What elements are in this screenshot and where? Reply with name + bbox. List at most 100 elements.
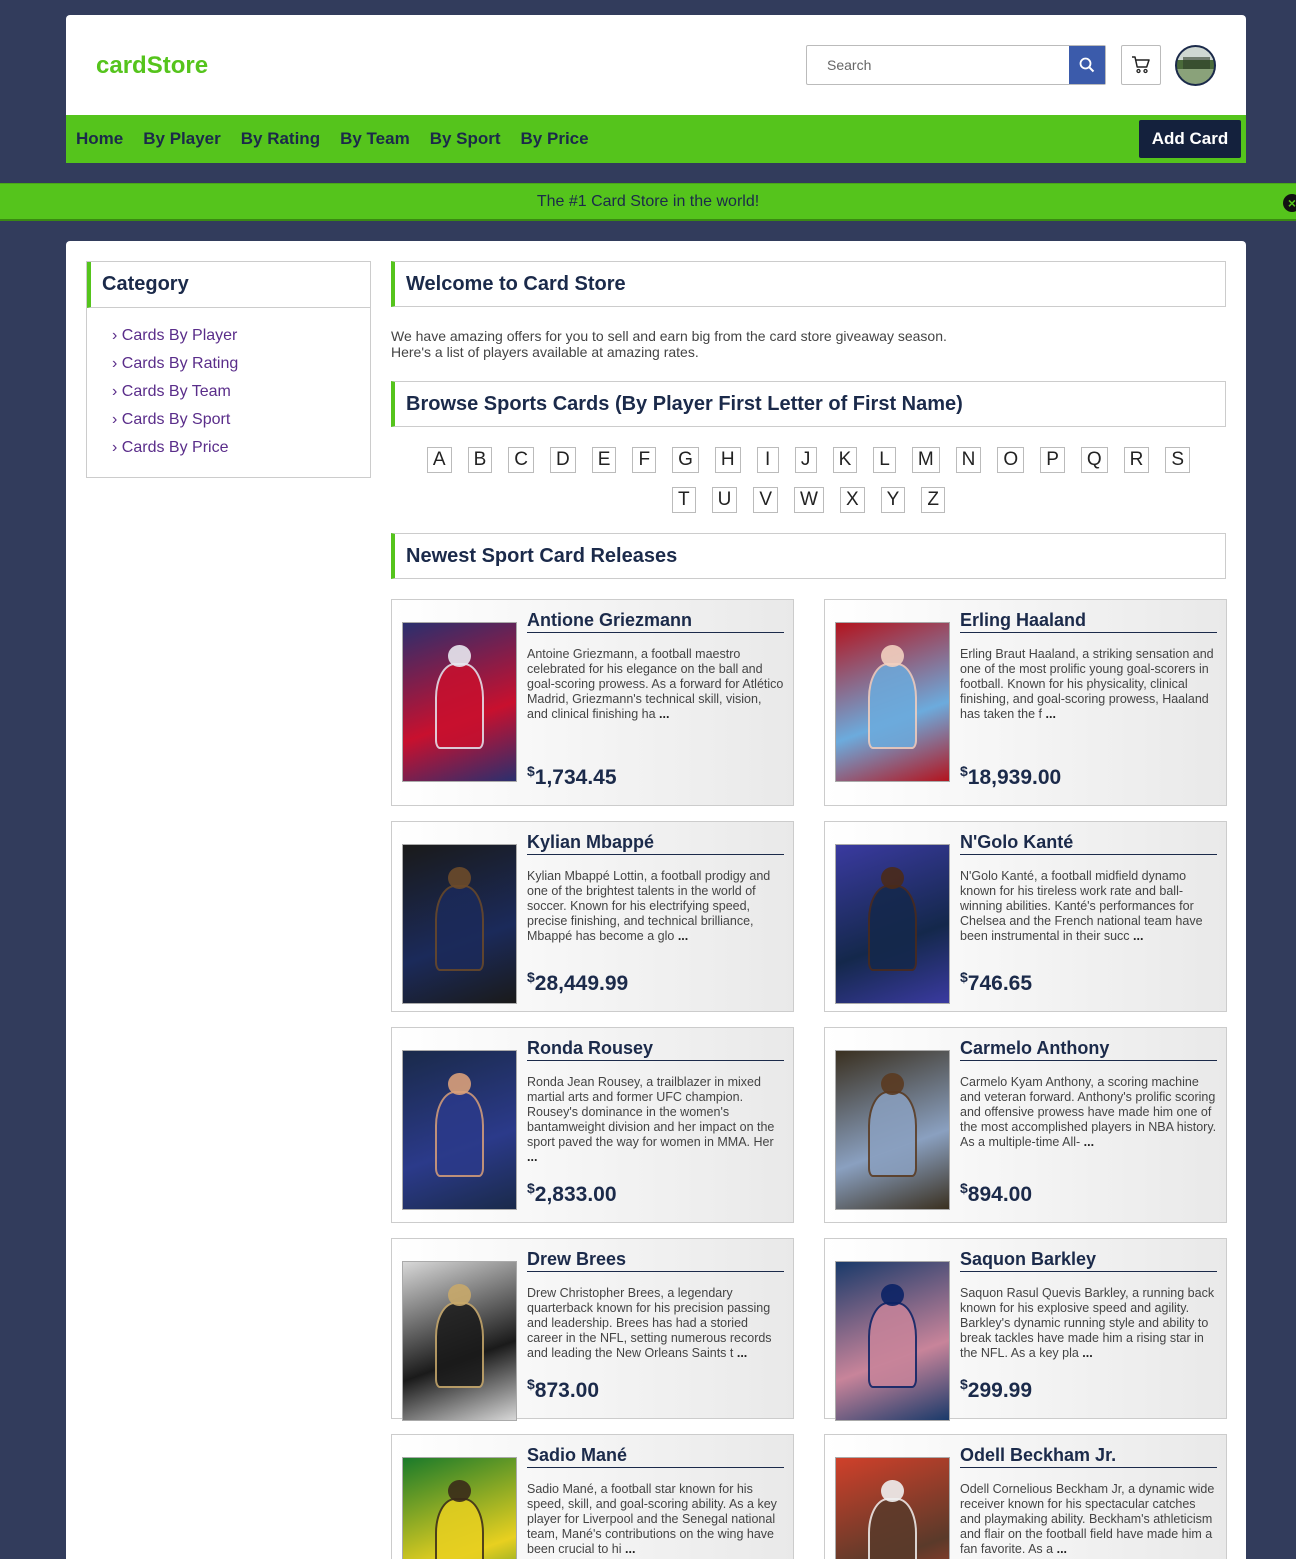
- card-image[interactable]: [402, 1261, 517, 1421]
- card-image[interactable]: [835, 844, 950, 1004]
- card-title[interactable]: Carmelo Anthony: [960, 1038, 1217, 1061]
- nav-item-by-price[interactable]: By Price: [511, 129, 599, 149]
- site-logo[interactable]: cardStore: [96, 52, 208, 80]
- card-image[interactable]: [835, 622, 950, 782]
- read-more-link[interactable]: ...: [737, 1346, 747, 1360]
- letter-button[interactable]: M: [911, 447, 940, 473]
- card-title[interactable]: Drew Brees: [527, 1249, 784, 1272]
- card-description: Sadio Mané, a football star known for hi…: [527, 1482, 785, 1557]
- card-title[interactable]: N'Golo Kanté: [960, 832, 1217, 855]
- search-button[interactable]: [1069, 46, 1105, 84]
- nav-item-home[interactable]: Home: [66, 129, 133, 149]
- letter-button[interactable]: A: [426, 447, 452, 473]
- product-card[interactable]: Odell Beckham Jr. Odell Cornelious Beckha…: [824, 1434, 1227, 1559]
- letter-button[interactable]: J: [794, 447, 817, 473]
- read-more-link[interactable]: ...: [1082, 1346, 1092, 1360]
- product-card[interactable]: Ronda Rousey Ronda Jean Rousey, a trailbl…: [391, 1027, 794, 1223]
- letter-button[interactable]: U: [711, 487, 738, 513]
- card-description: Kylian Mbappé Lottin, a football prodigy…: [527, 869, 785, 944]
- card-title[interactable]: Saquon Barkley: [960, 1249, 1217, 1272]
- product-card[interactable]: Carmelo Anthony Carmelo Kyam Anthony, a s…: [824, 1027, 1227, 1223]
- read-more-link[interactable]: ...: [625, 1542, 635, 1556]
- nav-item-by-sport[interactable]: By Sport: [420, 129, 511, 149]
- nav-item-by-team[interactable]: By Team: [330, 129, 420, 149]
- letter-button[interactable]: C: [508, 447, 535, 473]
- category-link[interactable]: Cards By Price: [112, 438, 370, 466]
- category-link[interactable]: Cards By Team: [112, 382, 370, 410]
- letter-button[interactable]: P: [1040, 447, 1065, 473]
- product-card[interactable]: Drew Brees Drew Christopher Brees, a lege…: [391, 1238, 794, 1421]
- price-value: 894.00: [967, 1183, 1033, 1206]
- intro-line-1: We have amazing offers for you to sell a…: [391, 328, 947, 344]
- card-title[interactable]: Sadio Mané: [527, 1445, 784, 1468]
- site-header: cardStore: [66, 15, 1246, 115]
- category-list: Cards By PlayerCards By RatingCards By T…: [87, 308, 370, 466]
- card-title[interactable]: Antione Griezmann: [527, 610, 784, 633]
- product-card[interactable]: Erling Haaland Erling Braut Haaland, a st…: [824, 599, 1227, 806]
- letter-button[interactable]: O: [997, 447, 1025, 473]
- letter-button[interactable]: L: [873, 447, 896, 473]
- card-image[interactable]: [402, 1050, 517, 1210]
- letter-button[interactable]: V: [753, 487, 779, 513]
- search-input[interactable]: [807, 46, 1069, 84]
- product-card[interactable]: N'Golo Kanté N'Golo Kanté, a football mid…: [824, 821, 1227, 1012]
- cart-button[interactable]: [1121, 45, 1161, 85]
- product-card[interactable]: Saquon Barkley Saquon Rasul Quevis Barkle…: [824, 1238, 1227, 1421]
- user-avatar[interactable]: [1175, 45, 1216, 86]
- letter-button[interactable]: W: [794, 487, 824, 513]
- read-more-link[interactable]: ...: [659, 707, 669, 721]
- card-image[interactable]: [835, 1261, 950, 1421]
- read-more-link[interactable]: ...: [1084, 1135, 1094, 1149]
- price-value: 2,833.00: [534, 1183, 617, 1206]
- category-link[interactable]: Cards By Player: [112, 326, 370, 354]
- card-image[interactable]: [835, 1050, 950, 1210]
- read-more-link[interactable]: ...: [1133, 929, 1143, 943]
- price-value: 873.00: [534, 1379, 600, 1402]
- letter-button[interactable]: K: [832, 447, 858, 473]
- content-panel: Category Cards By PlayerCards By RatingC…: [66, 241, 1246, 1559]
- card-image[interactable]: [835, 1457, 950, 1559]
- card-title[interactable]: Odell Beckham Jr.: [960, 1445, 1217, 1468]
- letter-button[interactable]: F: [632, 447, 657, 473]
- main-nav: Home By Player By Rating By Team By Sport By …: [66, 115, 1246, 163]
- card-price: $18,939.00: [960, 763, 1061, 790]
- card-image[interactable]: [402, 1457, 517, 1559]
- letter-button[interactable]: H: [714, 447, 741, 473]
- read-more-link[interactable]: ...: [1046, 707, 1056, 721]
- letter-button[interactable]: X: [839, 487, 865, 513]
- currency-symbol: $: [527, 969, 535, 985]
- letter-button[interactable]: Z: [921, 487, 945, 513]
- add-card-button[interactable]: Add Card: [1139, 120, 1241, 158]
- card-title[interactable]: Erling Haaland: [960, 610, 1217, 633]
- card-title[interactable]: Ronda Rousey: [527, 1038, 784, 1061]
- letter-button[interactable]: E: [591, 447, 617, 473]
- product-card[interactable]: Sadio Mané Sadio Mané, a football star kn…: [391, 1434, 794, 1559]
- letter-button[interactable]: B: [467, 447, 493, 473]
- card-image[interactable]: [402, 844, 517, 1004]
- letter-button[interactable]: I: [756, 447, 779, 473]
- category-link[interactable]: Cards By Rating: [112, 354, 370, 382]
- letter-button[interactable]: G: [672, 447, 699, 473]
- product-card[interactable]: Kylian Mbappé Kylian Mbappé Lottin, a foo…: [391, 821, 794, 1012]
- letter-button[interactable]: R: [1123, 447, 1150, 473]
- letter-button[interactable]: S: [1165, 447, 1191, 473]
- nav-item-by-rating[interactable]: By Rating: [231, 129, 330, 149]
- read-more-link[interactable]: ...: [678, 929, 688, 943]
- letter-button[interactable]: T: [672, 487, 696, 513]
- currency-symbol: $: [527, 1376, 535, 1392]
- intro-line-2: Here's a list of players available at am…: [391, 344, 699, 360]
- letter-button[interactable]: Y: [880, 487, 906, 513]
- promo-banner: The #1 Card Store in the world! ×: [0, 183, 1296, 221]
- letter-button[interactable]: Q: [1080, 447, 1108, 473]
- nav-item-by-player[interactable]: By Player: [133, 129, 231, 149]
- close-icon[interactable]: ×: [1283, 194, 1296, 212]
- letter-button[interactable]: N: [955, 447, 982, 473]
- read-more-link[interactable]: ...: [1057, 1542, 1067, 1556]
- card-description: Carmelo Kyam Anthony, a scoring machine …: [960, 1075, 1218, 1150]
- read-more-link[interactable]: ...: [527, 1150, 537, 1164]
- card-image[interactable]: [402, 622, 517, 782]
- category-link[interactable]: Cards By Sport: [112, 410, 370, 438]
- product-card[interactable]: Antione Griezmann Antoine Griezmann, a fo…: [391, 599, 794, 806]
- letter-button[interactable]: D: [550, 447, 576, 473]
- card-title[interactable]: Kylian Mbappé: [527, 832, 784, 855]
